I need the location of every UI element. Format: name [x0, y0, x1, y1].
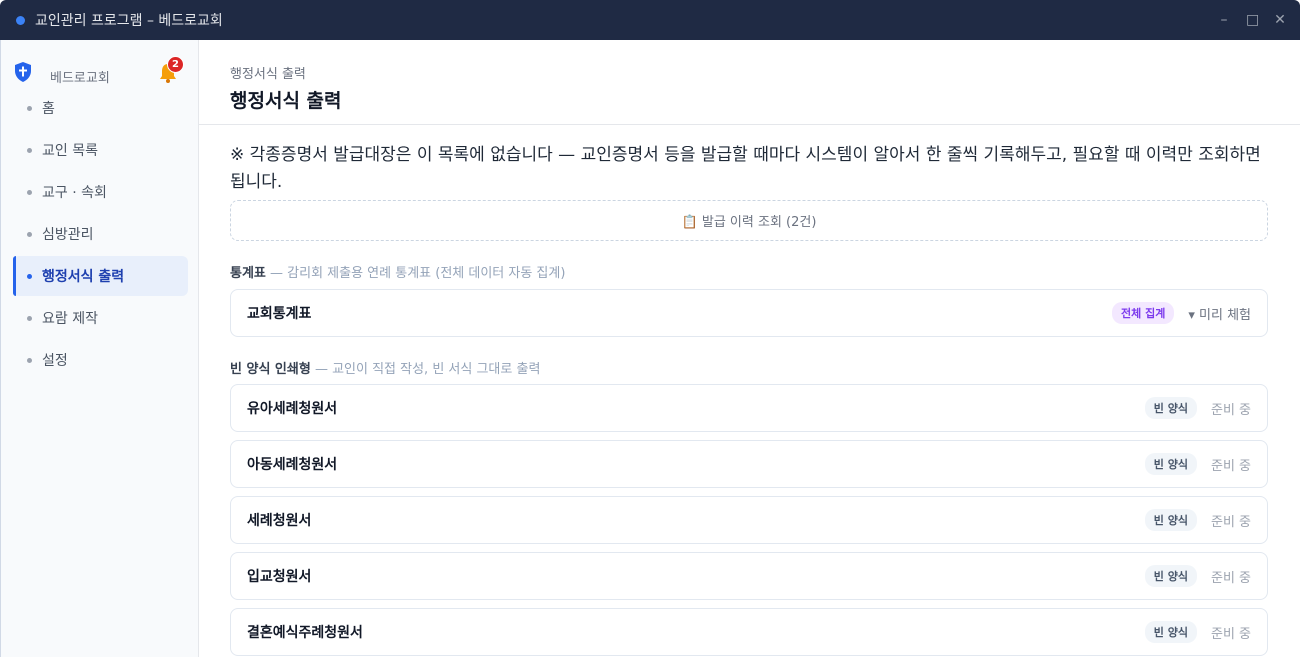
issue-history-button[interactable]: 📋 발급 이력 조회 (2건): [230, 200, 1268, 241]
bullet-icon: [27, 357, 32, 363]
bullet-icon: [27, 315, 32, 321]
card-right: 전체 집계 ▾ 미리 체험: [1112, 302, 1251, 324]
sidebar-item-admin-forms[interactable]: 행정서식 출력: [13, 256, 188, 296]
page-title: 행정서식 출력: [230, 90, 342, 112]
card-right: 빈 양식 준비 중: [1144, 453, 1251, 475]
breadcrumb: 행정서식 출력: [230, 67, 306, 82]
sidebar-item-directory[interactable]: 요람 제작: [13, 298, 188, 338]
sidebar: 베드로교회 2 홈 교인 목록 교구 · 속회 심방관리 행정서식 출력 요람 …: [0, 40, 199, 657]
tag-badge: 빈 양식: [1144, 621, 1197, 643]
tag-badge: 전체 집계: [1112, 302, 1175, 324]
notification-badge: 2: [167, 56, 184, 73]
card-right: 빈 양식 준비 중: [1144, 509, 1251, 531]
preview-toggle[interactable]: ▾ 미리 체험: [1188, 304, 1251, 323]
section-label-blank-forms: 빈 양식 인쇄형 — 교인이 직접 작성, 빈 서식 그대로 출력: [230, 358, 540, 377]
form-card[interactable]: 아동세례청원서 빈 양식 준비 중: [230, 440, 1268, 488]
section-desc: — 교인이 직접 작성, 빈 서식 그대로 출력: [310, 362, 541, 377]
status-text: 준비 중: [1210, 626, 1251, 642]
sidebar-nav: 홈 교인 목록 교구 · 속회 심방관리 행정서식 출력 요람 제작 설정: [13, 88, 188, 382]
tag-badge: 빈 양식: [1144, 565, 1197, 587]
minimize-button[interactable]: –: [1218, 12, 1230, 28]
bullet-icon: [27, 273, 32, 279]
app-status-dot-icon: [16, 15, 25, 25]
maximize-button[interactable]: □: [1246, 12, 1259, 28]
sidebar-item-label: 설정: [42, 353, 68, 369]
sidebar-item-label: 홈: [42, 101, 55, 117]
page-header: 행정서식 출력 행정서식 출력: [199, 40, 1300, 125]
sidebar-item-label: 요람 제작: [42, 311, 98, 327]
window-title: 교인관리 프로그램 – 베드로교회: [35, 13, 223, 29]
tag-badge: 빈 양식: [1144, 453, 1197, 475]
sidebar-item-home[interactable]: 홈: [13, 88, 188, 128]
section-desc: — 감리회 제출용 연례 통계표 (전체 데이터 자동 집계): [265, 266, 566, 281]
form-card-title: 결혼예식주례청원서: [247, 625, 363, 641]
form-card-title: 아동세례청원서: [247, 457, 338, 473]
window-controls: – □ ✕: [1218, 0, 1286, 40]
form-card[interactable]: 결혼예식주례청원서 빈 양식 준비 중: [230, 608, 1268, 656]
sidebar-item-label: 심방관리: [42, 227, 94, 243]
sidebar-item-label: 교인 목록: [42, 143, 98, 159]
church-name: 베드로교회: [50, 71, 110, 86]
bullet-icon: [27, 105, 32, 111]
sidebar-item-label: 교구 · 속회: [42, 185, 107, 201]
section-label-stats: 통계표 — 감리회 제출용 연례 통계표 (전체 데이터 자동 집계): [230, 262, 565, 281]
sidebar-item-visitation[interactable]: 심방관리: [13, 214, 188, 254]
status-text: 준비 중: [1210, 514, 1251, 530]
status-text: 준비 중: [1210, 402, 1251, 418]
section-title: 통계표: [230, 266, 266, 281]
tag-badge: 빈 양식: [1144, 509, 1197, 531]
sidebar-item-members[interactable]: 교인 목록: [13, 130, 188, 170]
sidebar-brand: 베드로교회 2: [14, 56, 189, 86]
notice-text: ※ 각종증명서 발급대장은 이 목록에 없습니다 — 교인증명서 등을 발급할 …: [230, 145, 1261, 192]
status-text: 준비 중: [1210, 570, 1251, 586]
shield-cross-icon: [15, 62, 31, 82]
bullet-icon: [27, 189, 32, 195]
section-title: 빈 양식 인쇄형: [230, 362, 311, 377]
form-card[interactable]: 입교청원서 빈 양식 준비 중: [230, 552, 1268, 600]
form-card[interactable]: 세례청원서 빈 양식 준비 중: [230, 496, 1268, 544]
form-card-title: 입교청원서: [247, 569, 312, 585]
tag-badge: 빈 양식: [1144, 397, 1197, 419]
bullet-icon: [27, 147, 32, 153]
bullet-icon: [27, 231, 32, 237]
card-right: 빈 양식 준비 중: [1144, 565, 1251, 587]
sidebar-item-label: 행정서식 출력: [42, 269, 125, 285]
window-titlebar: 교인관리 프로그램 – 베드로교회 – □ ✕: [0, 0, 1300, 40]
form-card-title: 유아세례청원서: [247, 401, 338, 417]
close-button[interactable]: ✕: [1274, 12, 1286, 28]
status-text: 준비 중: [1210, 458, 1251, 474]
main-content: 행정서식 출력 행정서식 출력 ※ 각종증명서 발급대장은 이 목록에 없습니다…: [199, 40, 1300, 657]
sidebar-item-districts[interactable]: 교구 · 속회: [13, 172, 188, 212]
form-card-title: 세례청원서: [247, 513, 312, 529]
sidebar-item-settings[interactable]: 설정: [13, 340, 188, 380]
card-right: 빈 양식 준비 중: [1144, 621, 1251, 643]
form-card-title: 교회통계표: [247, 306, 312, 322]
form-card-church-stats[interactable]: 교회통계표 전체 집계 ▾ 미리 체험: [230, 289, 1268, 337]
form-card[interactable]: 유아세례청원서 빈 양식 준비 중: [230, 384, 1268, 432]
card-right: 빈 양식 준비 중: [1144, 397, 1251, 419]
